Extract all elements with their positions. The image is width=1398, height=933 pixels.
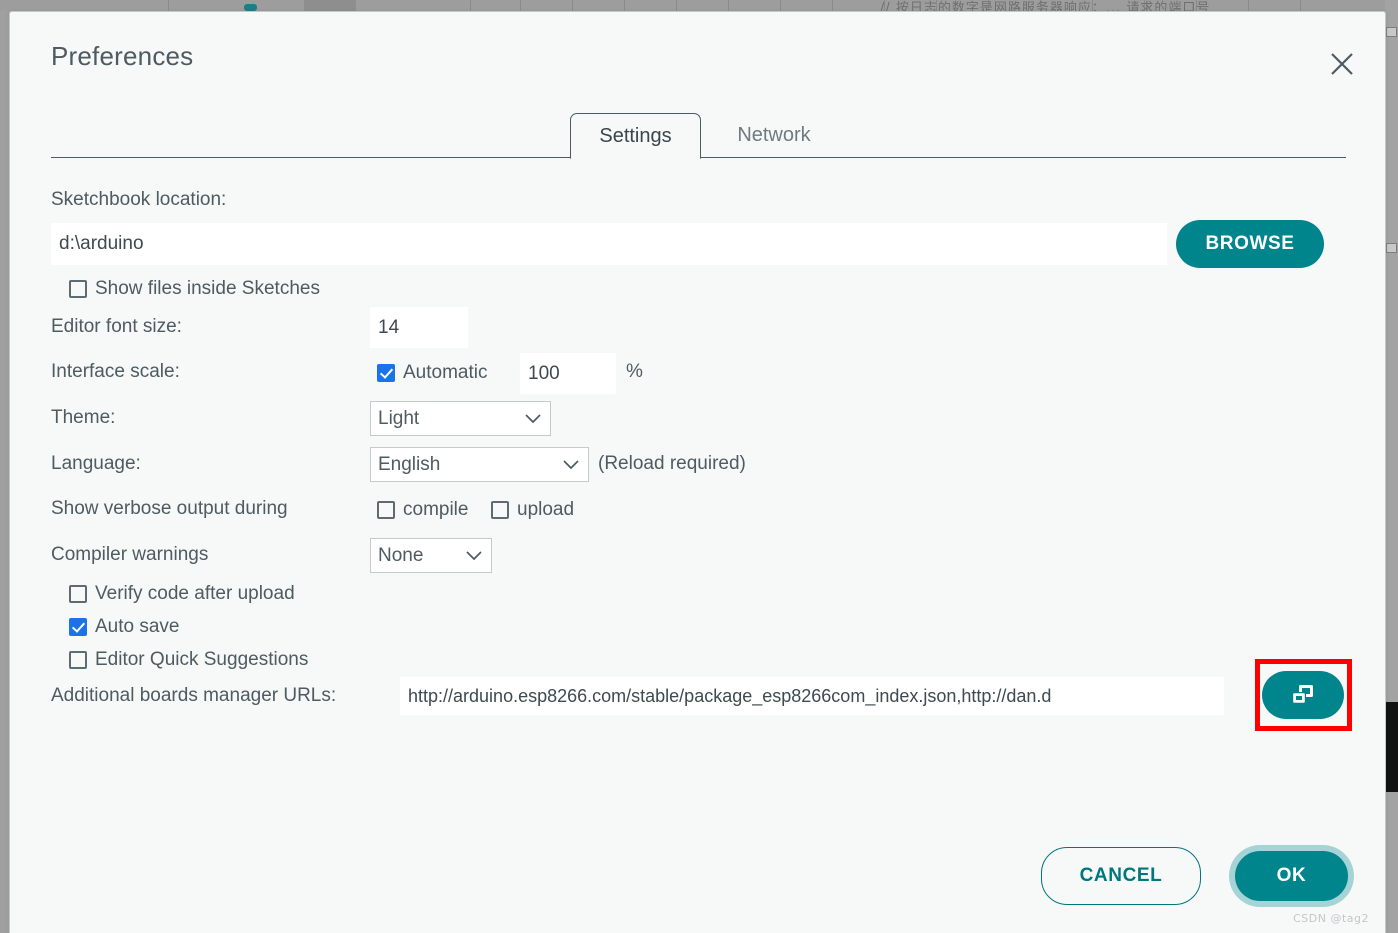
background-mini-icon	[1386, 27, 1397, 37]
editor-font-size-label: Editor font size:	[51, 316, 182, 337]
background-tick	[572, 0, 573, 11]
chevron-down-icon	[461, 550, 491, 561]
verbose-compile-checkbox-box	[377, 501, 395, 519]
verify-code-checkbox[interactable]: Verify code after upload	[69, 583, 295, 605]
verbose-upload-label: upload	[517, 499, 575, 520]
show-files-checkbox-box	[69, 280, 87, 298]
dialog-title: Preferences	[51, 41, 194, 71]
sketchbook-location-label: Sketchbook location:	[51, 189, 227, 210]
background-tick	[676, 0, 677, 11]
tab-network-label: Network	[737, 123, 811, 146]
background-tick	[520, 0, 521, 11]
verbose-output-label: Show verbose output during	[51, 498, 288, 519]
theme-label: Theme:	[51, 407, 116, 428]
language-select-value: English	[378, 453, 441, 475]
tab-network[interactable]: Network	[709, 112, 839, 158]
verify-code-label: Verify code after upload	[95, 583, 295, 604]
background-tick	[470, 0, 471, 11]
compiler-warnings-value: None	[378, 544, 424, 566]
background-tick	[780, 0, 781, 11]
background-mini-icon	[1386, 243, 1397, 253]
verbose-upload-checkbox-box	[491, 501, 509, 519]
background-tick	[1248, 0, 1249, 11]
verify-code-checkbox-box	[69, 585, 87, 603]
background-dark-panel	[1385, 702, 1398, 792]
auto-save-checkbox-box	[69, 618, 87, 636]
editor-font-size-input[interactable]	[370, 307, 468, 348]
show-files-checkbox-label: Show files inside Sketches	[95, 278, 320, 299]
interface-scale-label: Interface scale:	[51, 361, 180, 382]
quick-suggestions-label: Editor Quick Suggestions	[95, 649, 309, 670]
auto-save-label: Auto save	[95, 616, 180, 637]
boards-manager-urls-expand-button[interactable]	[1262, 671, 1344, 719]
browse-button[interactable]: BROWSE	[1176, 220, 1324, 268]
auto-save-checkbox[interactable]: Auto save	[69, 616, 180, 638]
background-blob	[304, 0, 356, 11]
quick-suggestions-checkbox-box	[69, 651, 87, 669]
interface-scale-automatic-checkbox[interactable]: Automatic	[377, 362, 487, 384]
tab-bar: Settings Network	[51, 110, 1346, 159]
compiler-warnings-select[interactable]: None	[370, 538, 492, 573]
preferences-dialog: Preferences Settings Network Sketchbook …	[9, 11, 1386, 933]
boards-manager-urls-label: Additional boards manager URLs:	[51, 685, 337, 706]
language-select[interactable]: English	[370, 447, 589, 482]
cancel-button[interactable]: CANCEL	[1041, 847, 1201, 905]
verbose-compile-label: compile	[403, 499, 469, 520]
watermark: CSDN @tag2	[1293, 912, 1369, 925]
interface-scale-automatic-checkbox-box	[377, 364, 395, 382]
interface-scale-input[interactable]	[520, 353, 616, 394]
tab-settings-label: Settings	[599, 124, 672, 147]
language-reload-note: (Reload required)	[598, 453, 746, 474]
sketchbook-location-input[interactable]	[51, 223, 1167, 265]
background-right-strip	[1385, 0, 1398, 933]
close-button[interactable]	[1323, 45, 1361, 83]
background-tick	[624, 0, 625, 11]
background-tick	[168, 0, 169, 11]
compiler-warnings-label: Compiler warnings	[51, 544, 209, 565]
ok-button[interactable]: OK	[1235, 851, 1348, 901]
quick-suggestions-checkbox[interactable]: Editor Quick Suggestions	[69, 649, 308, 671]
theme-select[interactable]: Light	[370, 401, 551, 436]
boards-manager-urls-input[interactable]	[400, 677, 1224, 715]
theme-select-value: Light	[378, 407, 420, 429]
background-logo-mark	[244, 4, 257, 11]
chevron-down-icon	[520, 413, 550, 424]
background-tick	[1300, 0, 1301, 11]
tab-settings[interactable]: Settings	[570, 113, 701, 159]
percent-symbol: %	[626, 361, 643, 382]
interface-scale-automatic-label: Automatic	[403, 362, 488, 383]
verbose-compile-checkbox[interactable]: compile	[377, 499, 468, 521]
show-files-checkbox[interactable]: Show files inside Sketches	[69, 278, 320, 300]
background-tick	[832, 0, 833, 11]
background-tick	[728, 0, 729, 11]
verbose-upload-checkbox[interactable]: upload	[491, 499, 574, 521]
language-label: Language:	[51, 453, 141, 474]
chevron-down-icon	[558, 459, 588, 470]
open-windows-icon	[1292, 685, 1313, 704]
close-icon	[1331, 53, 1353, 75]
